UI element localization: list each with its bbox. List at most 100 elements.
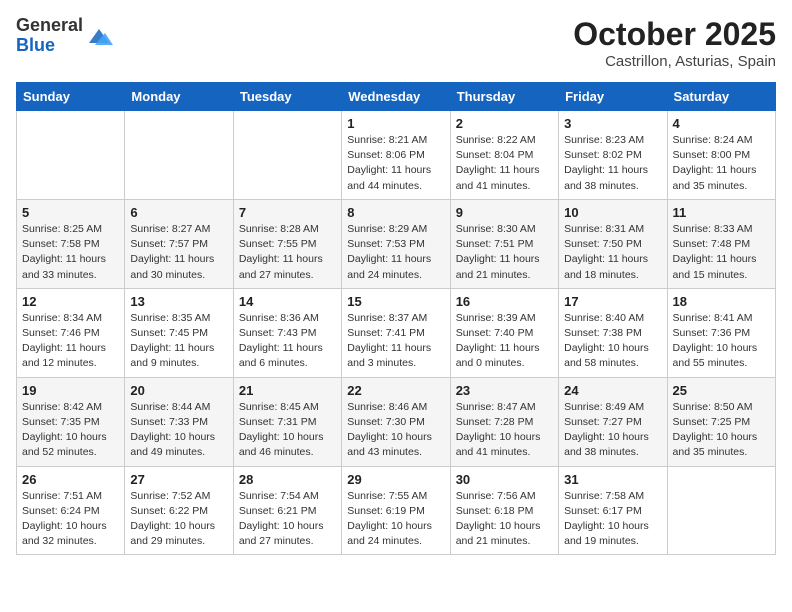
weekday-header-monday: Monday bbox=[125, 83, 233, 111]
day-info: Sunrise: 8:46 AM Sunset: 7:30 PM Dayligh… bbox=[347, 400, 444, 461]
day-info: Sunrise: 8:22 AM Sunset: 8:04 PM Dayligh… bbox=[456, 133, 553, 194]
day-number: 23 bbox=[456, 383, 553, 398]
calendar-cell bbox=[17, 111, 125, 200]
logo-general: General bbox=[16, 15, 83, 35]
calendar-cell: 5Sunrise: 8:25 AM Sunset: 7:58 PM Daylig… bbox=[17, 199, 125, 288]
day-number: 1 bbox=[347, 116, 444, 131]
day-info: Sunrise: 8:21 AM Sunset: 8:06 PM Dayligh… bbox=[347, 133, 444, 194]
day-info: Sunrise: 8:30 AM Sunset: 7:51 PM Dayligh… bbox=[456, 222, 553, 283]
weekday-header-wednesday: Wednesday bbox=[342, 83, 450, 111]
calendar-cell: 30 Sunrise: 7:56 AM Sunset: 6:18 PM Dayli… bbox=[450, 466, 558, 555]
calendar-cell bbox=[667, 466, 775, 555]
day-number: 16 bbox=[456, 294, 553, 309]
calendar-cell: 29 Sunrise: 7:55 AM Sunset: 6:19 PM Dayli… bbox=[342, 466, 450, 555]
calendar-cell: 17 Sunrise: 8:40 AM Sunset: 7:38 PM Dayli… bbox=[559, 288, 667, 377]
calendar-cell: 22 Sunrise: 8:46 AM Sunset: 7:30 PM Dayli… bbox=[342, 377, 450, 466]
day-number: 22 bbox=[347, 383, 444, 398]
day-number: 9 bbox=[456, 205, 553, 220]
day-info: Sunrise: 8:37 AM Sunset: 7:41 PM Dayligh… bbox=[347, 311, 444, 372]
title-block: October 2025 Castrillon, Asturias, Spain bbox=[573, 16, 776, 70]
day-info: Sunrise: 7:56 AM Sunset: 6:18 PM Dayligh… bbox=[456, 489, 553, 550]
calendar-table: SundayMondayTuesdayWednesdayThursdayFrid… bbox=[16, 82, 776, 555]
calendar-cell: 27 Sunrise: 7:52 AM Sunset: 6:22 PM Dayli… bbox=[125, 466, 233, 555]
day-info: Sunrise: 8:40 AM Sunset: 7:38 PM Dayligh… bbox=[564, 311, 661, 372]
week-row-5: 26 Sunrise: 7:51 AM Sunset: 6:24 PM Dayli… bbox=[17, 466, 776, 555]
calendar-cell: 3 Sunrise: 8:23 AM Sunset: 8:02 PM Daylig… bbox=[559, 111, 667, 200]
day-info: Sunrise: 8:24 AM Sunset: 8:00 PM Dayligh… bbox=[673, 133, 770, 194]
weekday-header-row: SundayMondayTuesdayWednesdayThursdayFrid… bbox=[17, 83, 776, 111]
day-info: Sunrise: 8:44 AM Sunset: 7:33 PM Dayligh… bbox=[130, 400, 227, 461]
header: General Blue October 2025 Castrillon, As… bbox=[16, 16, 776, 70]
day-number: 25 bbox=[673, 383, 770, 398]
day-number: 30 bbox=[456, 472, 553, 487]
weekday-header-tuesday: Tuesday bbox=[233, 83, 341, 111]
day-number: 31 bbox=[564, 472, 661, 487]
day-number: 19 bbox=[22, 383, 119, 398]
day-number: 17 bbox=[564, 294, 661, 309]
day-info: Sunrise: 8:45 AM Sunset: 7:31 PM Dayligh… bbox=[239, 400, 336, 461]
day-number: 4 bbox=[673, 116, 770, 131]
day-number: 12 bbox=[22, 294, 119, 309]
day-info: Sunrise: 8:25 AM Sunset: 7:58 PM Dayligh… bbox=[22, 222, 119, 283]
calendar-cell: 9 Sunrise: 8:30 AM Sunset: 7:51 PM Daylig… bbox=[450, 199, 558, 288]
day-number: 29 bbox=[347, 472, 444, 487]
weekday-header-sunday: Sunday bbox=[17, 83, 125, 111]
calendar-cell: 4 Sunrise: 8:24 AM Sunset: 8:00 PM Daylig… bbox=[667, 111, 775, 200]
day-info: Sunrise: 8:28 AM Sunset: 7:55 PM Dayligh… bbox=[239, 222, 336, 283]
location-title: Castrillon, Asturias, Spain bbox=[573, 53, 776, 70]
calendar-cell: 24Sunrise: 8:49 AM Sunset: 7:27 PM Dayli… bbox=[559, 377, 667, 466]
calendar-cell: 19Sunrise: 8:42 AM Sunset: 7:35 PM Dayli… bbox=[17, 377, 125, 466]
day-number: 27 bbox=[130, 472, 227, 487]
day-info: Sunrise: 7:55 AM Sunset: 6:19 PM Dayligh… bbox=[347, 489, 444, 550]
calendar-cell: 15 Sunrise: 8:37 AM Sunset: 7:41 PM Dayli… bbox=[342, 288, 450, 377]
calendar-cell: 18 Sunrise: 8:41 AM Sunset: 7:36 PM Dayli… bbox=[667, 288, 775, 377]
calendar-cell: 20Sunrise: 8:44 AM Sunset: 7:33 PM Dayli… bbox=[125, 377, 233, 466]
weekday-header-saturday: Saturday bbox=[667, 83, 775, 111]
calendar-cell: 2 Sunrise: 8:22 AM Sunset: 8:04 PM Daylig… bbox=[450, 111, 558, 200]
weekday-header-friday: Friday bbox=[559, 83, 667, 111]
day-info: Sunrise: 8:36 AM Sunset: 7:43 PM Dayligh… bbox=[239, 311, 336, 372]
day-info: Sunrise: 8:50 AM Sunset: 7:25 PM Dayligh… bbox=[673, 400, 770, 461]
day-number: 10 bbox=[564, 205, 661, 220]
calendar-cell: 1 Sunrise: 8:21 AM Sunset: 8:06 PM Daylig… bbox=[342, 111, 450, 200]
day-info: Sunrise: 7:52 AM Sunset: 6:22 PM Dayligh… bbox=[130, 489, 227, 550]
day-number: 8 bbox=[347, 205, 444, 220]
calendar-cell: 28Sunrise: 7:54 AM Sunset: 6:21 PM Dayli… bbox=[233, 466, 341, 555]
day-info: Sunrise: 8:41 AM Sunset: 7:36 PM Dayligh… bbox=[673, 311, 770, 372]
day-info: Sunrise: 7:58 AM Sunset: 6:17 PM Dayligh… bbox=[564, 489, 661, 550]
day-info: Sunrise: 8:23 AM Sunset: 8:02 PM Dayligh… bbox=[564, 133, 661, 194]
week-row-1: 1 Sunrise: 8:21 AM Sunset: 8:06 PM Daylig… bbox=[17, 111, 776, 200]
day-info: Sunrise: 8:39 AM Sunset: 7:40 PM Dayligh… bbox=[456, 311, 553, 372]
day-info: Sunrise: 7:54 AM Sunset: 6:21 PM Dayligh… bbox=[239, 489, 336, 550]
calendar-cell bbox=[233, 111, 341, 200]
day-number: 15 bbox=[347, 294, 444, 309]
day-info: Sunrise: 8:29 AM Sunset: 7:53 PM Dayligh… bbox=[347, 222, 444, 283]
calendar-body: 1 Sunrise: 8:21 AM Sunset: 8:06 PM Daylig… bbox=[17, 111, 776, 555]
week-row-3: 12Sunrise: 8:34 AM Sunset: 7:46 PM Dayli… bbox=[17, 288, 776, 377]
calendar-cell: 21 Sunrise: 8:45 AM Sunset: 7:31 PM Dayli… bbox=[233, 377, 341, 466]
calendar-cell: 25 Sunrise: 8:50 AM Sunset: 7:25 PM Dayli… bbox=[667, 377, 775, 466]
day-info: Sunrise: 7:51 AM Sunset: 6:24 PM Dayligh… bbox=[22, 489, 119, 550]
month-title: October 2025 bbox=[573, 16, 776, 53]
calendar-cell: 11 Sunrise: 8:33 AM Sunset: 7:48 PM Dayli… bbox=[667, 199, 775, 288]
day-number: 21 bbox=[239, 383, 336, 398]
calendar-cell: 6Sunrise: 8:27 AM Sunset: 7:57 PM Daylig… bbox=[125, 199, 233, 288]
day-info: Sunrise: 8:33 AM Sunset: 7:48 PM Dayligh… bbox=[673, 222, 770, 283]
day-number: 11 bbox=[673, 205, 770, 220]
day-number: 2 bbox=[456, 116, 553, 131]
day-number: 3 bbox=[564, 116, 661, 131]
day-number: 14 bbox=[239, 294, 336, 309]
week-row-2: 5Sunrise: 8:25 AM Sunset: 7:58 PM Daylig… bbox=[17, 199, 776, 288]
calendar-cell: 31 Sunrise: 7:58 AM Sunset: 6:17 PM Dayli… bbox=[559, 466, 667, 555]
logo-blue: Blue bbox=[16, 35, 55, 55]
week-row-4: 19Sunrise: 8:42 AM Sunset: 7:35 PM Dayli… bbox=[17, 377, 776, 466]
day-number: 6 bbox=[130, 205, 227, 220]
day-number: 26 bbox=[22, 472, 119, 487]
day-number: 13 bbox=[130, 294, 227, 309]
logo: General Blue bbox=[16, 16, 113, 56]
day-number: 18 bbox=[673, 294, 770, 309]
calendar-cell: 10Sunrise: 8:31 AM Sunset: 7:50 PM Dayli… bbox=[559, 199, 667, 288]
logo-icon bbox=[85, 25, 113, 47]
weekday-header-thursday: Thursday bbox=[450, 83, 558, 111]
calendar-cell: 23Sunrise: 8:47 AM Sunset: 7:28 PM Dayli… bbox=[450, 377, 558, 466]
